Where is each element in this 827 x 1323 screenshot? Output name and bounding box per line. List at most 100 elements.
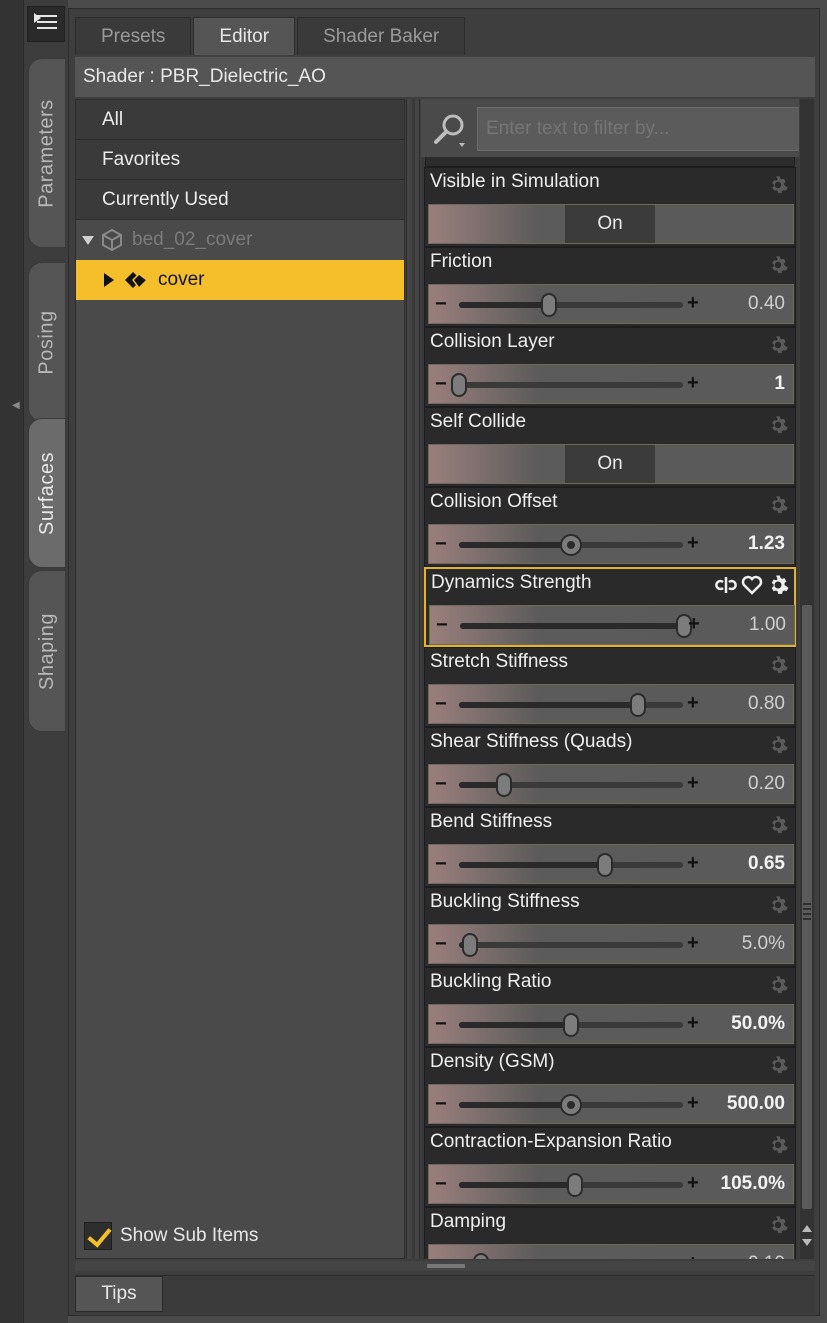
filter-input[interactable] xyxy=(477,107,799,151)
tab-surfaces[interactable]: Surfaces xyxy=(28,418,66,568)
gear-icon[interactable] xyxy=(767,734,789,756)
gear-icon[interactable] xyxy=(767,494,789,516)
decrement-button[interactable]: − xyxy=(435,773,447,796)
increment-button[interactable]: + xyxy=(687,772,699,795)
property-toggle[interactable]: On xyxy=(428,444,794,484)
slider-handle[interactable] xyxy=(596,853,613,877)
property-slider[interactable]: − +105.0% xyxy=(428,1164,794,1204)
tab-shaping[interactable]: Shaping xyxy=(28,570,66,732)
tab-posing[interactable]: Posing xyxy=(28,262,66,422)
property-toggle[interactable]: On xyxy=(428,204,794,244)
gear-icon[interactable] xyxy=(767,1054,789,1076)
gear-icon[interactable] xyxy=(767,974,789,996)
gear-icon[interactable] xyxy=(767,814,789,836)
slider-track[interactable] xyxy=(460,614,692,638)
toggle-value[interactable]: On xyxy=(565,445,655,483)
scroll-down-arrow-icon[interactable] xyxy=(802,1239,812,1246)
slider-track[interactable] xyxy=(459,933,683,957)
decrement-button[interactable]: − xyxy=(435,1173,447,1196)
slider-track[interactable] xyxy=(451,373,683,397)
decrement-button[interactable]: − xyxy=(435,933,447,956)
show-sub-items[interactable]: Show Sub Items xyxy=(84,1222,258,1250)
decrement-button[interactable]: − xyxy=(435,1093,447,1116)
slider-handle[interactable] xyxy=(560,1094,582,1116)
gear-icon[interactable] xyxy=(767,654,789,676)
gear-icon[interactable] xyxy=(767,1134,789,1156)
slider-track[interactable] xyxy=(459,1173,683,1197)
filter-all[interactable]: All xyxy=(76,100,404,140)
slider-value[interactable]: 0.10 xyxy=(748,1253,785,1259)
property-slider[interactable]: − +1 xyxy=(428,364,794,404)
tree-node-parent[interactable]: bed_02_cover xyxy=(76,220,404,260)
increment-button[interactable]: + xyxy=(687,932,699,955)
slider-value[interactable]: 0.80 xyxy=(748,693,785,715)
expand-arrow-icon[interactable] xyxy=(82,235,94,245)
gear-icon[interactable] xyxy=(767,254,789,276)
property-scrollbar[interactable] xyxy=(800,99,814,1259)
increment-button[interactable]: + xyxy=(687,692,699,715)
link-icon[interactable] xyxy=(714,573,738,597)
decrement-button[interactable]: − xyxy=(435,373,447,396)
slider-handle[interactable] xyxy=(560,534,582,556)
expand-arrow-icon[interactable] xyxy=(104,273,114,287)
increment-button[interactable]: + xyxy=(687,1092,699,1115)
increment-button[interactable]: + xyxy=(688,613,700,636)
heart-icon[interactable] xyxy=(740,573,764,597)
show-sub-items-checkbox[interactable] xyxy=(84,1222,112,1250)
search-icon[interactable] xyxy=(427,107,471,151)
slider-value[interactable]: 105.0% xyxy=(721,1173,785,1195)
decrement-button[interactable]: − xyxy=(436,614,448,637)
tab-shader-baker[interactable]: Shader Baker xyxy=(297,17,466,55)
slider-track[interactable] xyxy=(459,853,683,877)
slider-value[interactable]: 1.00 xyxy=(749,614,786,636)
gear-icon[interactable] xyxy=(767,334,789,356)
increment-button[interactable]: + xyxy=(687,292,699,315)
decrement-button[interactable]: − xyxy=(435,533,447,556)
slider-value[interactable]: 0.65 xyxy=(748,853,785,875)
gear-icon[interactable] xyxy=(767,1214,789,1236)
slider-value[interactable]: 1 xyxy=(774,373,785,395)
horizontal-splitter[interactable] xyxy=(75,1261,815,1271)
tab-editor[interactable]: Editor xyxy=(193,17,296,55)
collapse-arrow-icon[interactable]: ◀ xyxy=(12,400,20,411)
menu-icon[interactable] xyxy=(27,6,65,42)
increment-button[interactable]: + xyxy=(687,532,699,555)
slider-handle[interactable] xyxy=(451,373,467,397)
property-slider[interactable]: − +0.40 xyxy=(428,284,794,324)
tab-presets[interactable]: Presets xyxy=(75,17,192,55)
filter-currently-used[interactable]: Currently Used xyxy=(76,180,404,220)
scroll-up-arrow-icon[interactable] xyxy=(802,1225,812,1232)
tree-node-selected[interactable]: cover xyxy=(76,260,404,300)
decrement-button[interactable]: − xyxy=(435,1013,447,1036)
panel-splitter[interactable] xyxy=(406,99,420,1259)
tab-tips[interactable]: Tips xyxy=(75,1276,163,1312)
toggle-value[interactable]: On xyxy=(565,205,655,243)
decrement-button[interactable]: − xyxy=(435,1253,447,1259)
gear-icon[interactable] xyxy=(767,174,789,196)
decrement-button[interactable]: − xyxy=(435,853,447,876)
slider-value[interactable]: 0.20 xyxy=(748,773,785,795)
slider-handle[interactable] xyxy=(567,1173,584,1197)
increment-button[interactable]: + xyxy=(687,1172,699,1195)
property-slider[interactable]: − +500.00 xyxy=(428,1084,794,1124)
property-slider[interactable]: − +1.00 xyxy=(429,605,795,645)
decrement-button[interactable]: − xyxy=(435,293,447,316)
slider-track[interactable] xyxy=(459,773,683,797)
slider-handle[interactable] xyxy=(540,293,557,317)
slider-track[interactable] xyxy=(459,534,683,556)
slider-value[interactable]: 5.0% xyxy=(742,933,785,955)
filter-favorites[interactable]: Favorites xyxy=(76,140,404,180)
slider-handle[interactable] xyxy=(563,1013,579,1037)
property-slider[interactable]: − +50.0% xyxy=(428,1004,794,1044)
slider-handle[interactable] xyxy=(495,773,512,797)
slider-handle[interactable] xyxy=(630,693,647,717)
slider-value[interactable]: 1.23 xyxy=(748,533,785,555)
slider-track[interactable] xyxy=(459,693,683,717)
slider-track[interactable] xyxy=(459,1094,683,1116)
gear-icon[interactable] xyxy=(767,894,789,916)
tab-parameters[interactable]: Parameters xyxy=(28,58,66,248)
slider-track[interactable] xyxy=(459,1013,683,1037)
increment-button[interactable]: + xyxy=(687,372,699,395)
increment-button[interactable]: + xyxy=(687,852,699,875)
gear-icon[interactable] xyxy=(767,414,789,436)
